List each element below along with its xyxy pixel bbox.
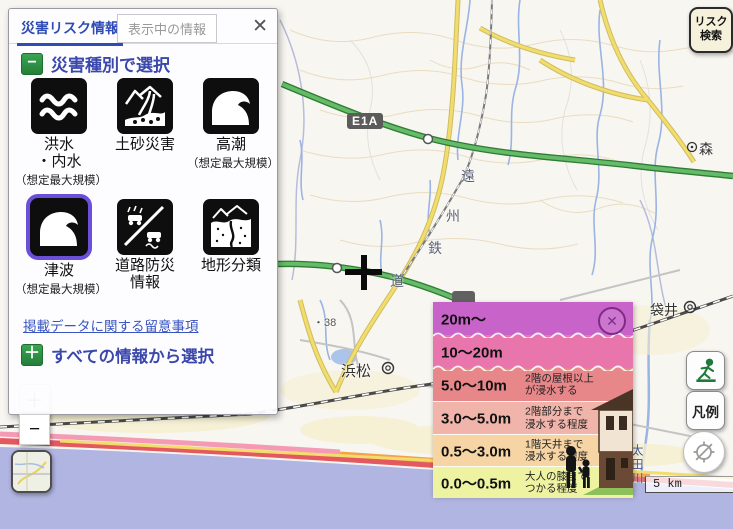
disaster-type-label: 洪水 ・内水 xyxy=(15,137,103,171)
disaster-type-road-disaster[interactable]: 道路防災 情報 xyxy=(101,199,189,293)
legend-note: 大人の膝まで つかる程度 xyxy=(525,470,588,495)
section-all-info: ＋ すべての情報から選択 xyxy=(21,343,214,367)
section-title: すべての情報から選択 xyxy=(51,343,214,367)
disaster-type-label: 道路防災 情報 xyxy=(101,258,189,292)
disaster-type-label: 高潮 xyxy=(187,137,275,154)
compass-disabled-icon xyxy=(690,438,718,466)
disaster-risk-panel: 災害リスク情報 表示中の情報 ✕ − 災害種別で選択 洪水 ・内水 （想定最大規… xyxy=(8,8,278,415)
railway-label-char: 道 xyxy=(390,271,404,291)
legend-note: 2階部分まで 浸水する程度 xyxy=(525,405,588,430)
disaster-type-landform[interactable]: 地形分類 xyxy=(187,199,275,276)
legend-note: 1階天井まで 浸水する程度 xyxy=(525,438,588,463)
legend-row: 3.0～5.0m 2階部分まで 浸水する程度 xyxy=(433,401,633,434)
collapse-icon[interactable]: − xyxy=(21,53,43,75)
legend-range: 5.0～10m xyxy=(441,374,507,395)
expand-icon[interactable]: ＋ xyxy=(21,344,43,366)
disaster-type-caption: （想定最大規模） xyxy=(15,172,103,188)
tab-displayed-info[interactable]: 表示中の情報 xyxy=(117,14,217,43)
railway-label-char: 州 xyxy=(446,206,460,226)
legend-close-icon[interactable]: ✕ xyxy=(598,307,626,335)
railway-label-char: 鉄 xyxy=(428,238,442,258)
landslide-icon[interactable] xyxy=(117,78,173,134)
interchange-icon xyxy=(424,135,433,144)
disaster-type-landslide[interactable]: 土砂災害 xyxy=(101,78,189,155)
expressway-badge: E1A xyxy=(347,113,383,129)
map-scale-bar: 5 km xyxy=(645,476,733,493)
legend-row: 0.5～3.0m 1階天井まで 浸水する程度 xyxy=(433,434,633,466)
legend-note: 2階の屋根以上 が浸水する xyxy=(525,372,594,397)
legend-range: 10～20m xyxy=(441,341,503,362)
disaster-type-flood[interactable]: 洪水 ・内水 （想定最大規模） xyxy=(15,78,103,188)
section-title: 災害種別で選択 xyxy=(51,51,170,76)
risk-search-button[interactable]: リスク 検索 xyxy=(689,7,733,53)
zoom-out-button[interactable]: − xyxy=(19,414,50,445)
minimap-button[interactable] xyxy=(11,450,52,493)
railway-label-char: 遠 xyxy=(461,166,475,186)
tsunami-depth-legend: 20m～ ✕ 10～20m 5.0～10m 2階の屋根以上 が浸水する 3.0～… xyxy=(433,302,633,495)
current-location-button[interactable] xyxy=(683,431,725,473)
minimap-thumbnail xyxy=(13,452,50,491)
data-notice-link[interactable]: 掲載データに関する留意事項 xyxy=(23,315,199,335)
legend-toggle-button[interactable]: 凡例 xyxy=(686,391,725,430)
disaster-type-caption: （想定最大規模） xyxy=(15,281,103,297)
legend-row: 10～20m xyxy=(433,335,633,368)
legend-range: 0.0～0.5m xyxy=(441,472,511,493)
evacuation-layer-button[interactable] xyxy=(686,351,725,390)
tab-disaster-risk-info[interactable]: 災害リスク情報 xyxy=(17,16,123,46)
landform-icon[interactable] xyxy=(203,199,259,255)
legend-row: 5.0～10m 2階の屋根以上 が浸水する xyxy=(433,368,633,401)
disaster-type-storm-surge[interactable]: 高潮 （想定最大規模） xyxy=(187,78,275,171)
legend-row: 20m～ ✕ xyxy=(433,302,633,335)
storm-surge-icon[interactable] xyxy=(203,78,259,134)
disaster-type-label: 地形分類 xyxy=(187,258,275,275)
legend-range: 20m～ xyxy=(441,308,486,329)
flood-icon[interactable] xyxy=(31,78,87,134)
legend-range: 3.0～5.0m xyxy=(441,408,511,429)
tsunami-icon[interactable] xyxy=(26,194,92,260)
disaster-type-tsunami[interactable]: 津波 （想定最大規模） xyxy=(15,199,103,297)
running-person-icon xyxy=(692,357,720,385)
road-disaster-icon[interactable] xyxy=(117,199,173,255)
interchange-icon xyxy=(333,264,342,273)
disaster-type-caption: （想定最大規模） xyxy=(187,155,275,171)
section-by-disaster-type: − 災害種別で選択 xyxy=(21,51,170,76)
legend-row: 0.0～0.5m 大人の膝まで つかる程度 xyxy=(433,466,633,498)
disaster-type-label: 土砂災害 xyxy=(101,137,189,154)
legend-range: 0.5～3.0m xyxy=(441,440,511,461)
disaster-type-label: 津波 xyxy=(15,263,103,280)
legend-handle[interactable] xyxy=(452,291,475,302)
hazard-map-app: E1A 森 袋井 浜松 遠 州 鉄 道 太田川 ・38 災害リスク情報 表示中の… xyxy=(0,0,733,529)
panel-tabbar: 災害リスク情報 表示中の情報 ✕ xyxy=(9,9,277,44)
close-icon[interactable]: ✕ xyxy=(252,15,268,38)
